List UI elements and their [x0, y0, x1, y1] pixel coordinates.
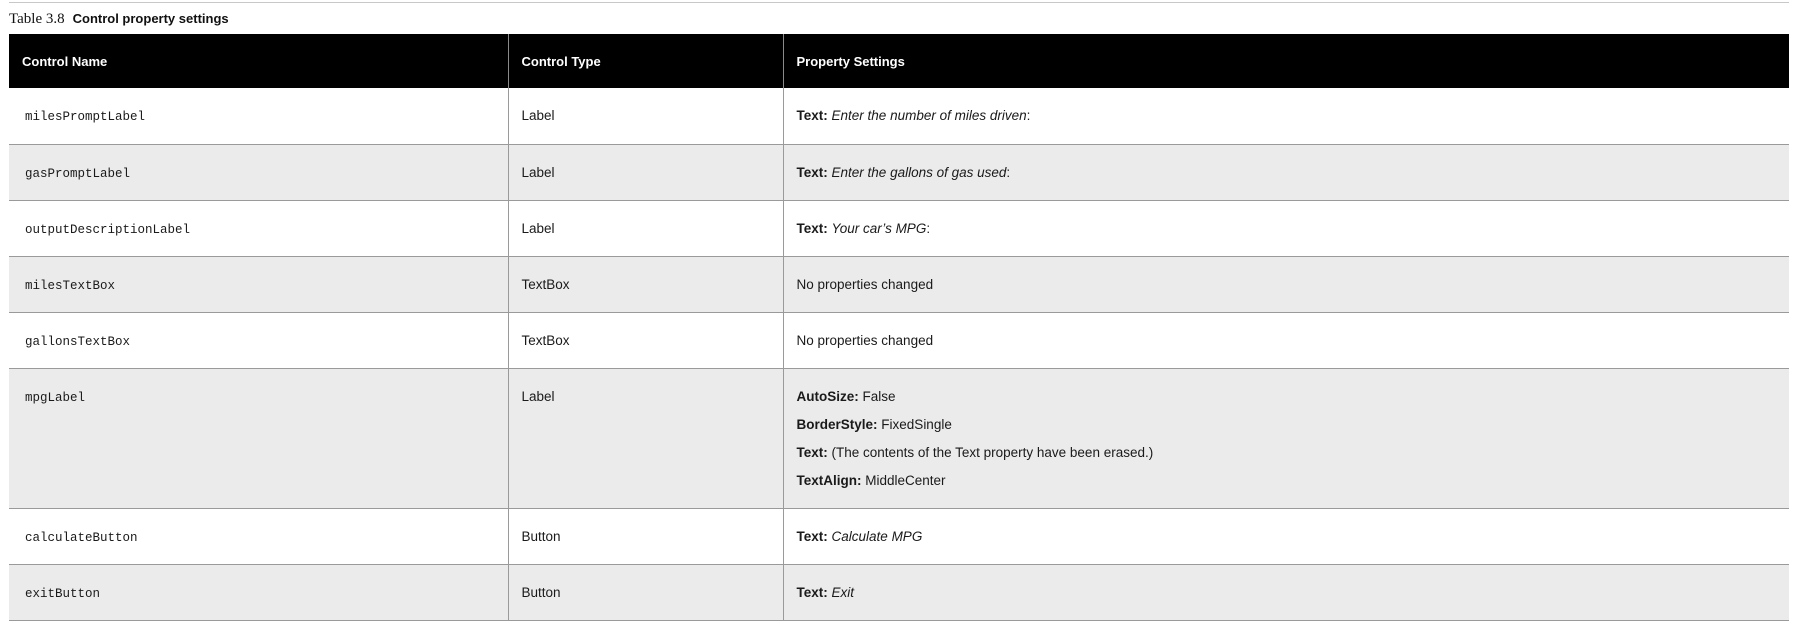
table-caption: Table 3.8 Control property settings	[9, 10, 229, 28]
control-name-cell: gallonsTextBox	[9, 312, 508, 369]
control-name-cell: exitButton	[9, 564, 508, 621]
property-settings-table: Control Name Control Type Property Setti…	[9, 34, 1789, 621]
table-header: Control Name Control Type Property Setti…	[9, 34, 1789, 88]
control-name-cell: milesTextBox	[9, 256, 508, 313]
table-row: gasPromptLabel Label Text: Enter the gal…	[9, 144, 1789, 201]
property-value: Your car’s MPG	[831, 220, 927, 236]
property-key: Text:	[796, 164, 828, 180]
control-type-cell: Label	[507, 88, 783, 145]
table-row: outputDescriptionLabel Label Text: Your …	[9, 200, 1789, 257]
control-type-cell: Label	[507, 200, 783, 257]
table-row: milesTextBox TextBox No properties chang…	[9, 256, 1789, 313]
property-suffix: :	[1006, 164, 1011, 180]
control-type-cell: Label	[507, 144, 783, 201]
property-value: Enter the number of miles driven	[831, 108, 1027, 123]
property-settings-cell: No properties changed	[782, 256, 1789, 313]
table-title: Control property settings	[72, 11, 229, 26]
property-key: TextAlign:	[796, 472, 862, 488]
property-settings-cell: Text: Exit	[782, 564, 1789, 621]
property-suffix: :	[1026, 108, 1031, 123]
table-body: milesPromptLabel Label Text: Enter the n…	[9, 88, 1789, 621]
property-settings-cell: Text: Your car’s MPG:	[782, 200, 1789, 257]
property-key: AutoSize:	[796, 388, 859, 404]
property-line: Text: (The contents of the Text property…	[797, 445, 1777, 461]
property-settings-cell: Text: Enter the gallons of gas used:	[782, 144, 1789, 201]
property-value: MiddleCenter	[865, 472, 946, 488]
property-line: TextAlign: MiddleCenter	[797, 473, 1777, 489]
control-name-cell: milesPromptLabel	[9, 88, 508, 145]
header-control-type: Control Type	[507, 34, 783, 88]
property-key: Text:	[796, 220, 828, 236]
table-row: calculateButton Button Text: Calculate M…	[9, 508, 1789, 565]
property-value: Exit	[831, 584, 855, 600]
property-settings-cell: AutoSize: False BorderStyle: FixedSingle…	[782, 368, 1789, 509]
table-row: milesPromptLabel Label Text: Enter the n…	[9, 88, 1789, 145]
property-suffix: :	[926, 220, 931, 236]
property-value: Enter the gallons of gas used	[831, 164, 1007, 180]
control-name-cell: calculateButton	[9, 508, 508, 565]
property-key: Text:	[796, 108, 828, 123]
property-key: Text:	[796, 444, 828, 460]
property-settings-cell: No properties changed	[782, 312, 1789, 369]
control-type-cell: TextBox	[507, 312, 783, 369]
control-type-cell: Label	[507, 368, 783, 509]
control-name-cell: outputDescriptionLabel	[9, 200, 508, 257]
control-name-cell: gasPromptLabel	[9, 144, 508, 201]
property-key: BorderStyle:	[796, 416, 878, 432]
table-row: exitButton Button Text: Exit	[9, 564, 1789, 621]
table-row: mpgLabel Label AutoSize: False BorderSty…	[9, 368, 1789, 509]
property-line: AutoSize: False	[797, 389, 1777, 405]
top-rule	[9, 2, 1789, 3]
property-value: (The contents of the Text property have …	[831, 444, 1154, 460]
control-type-cell: Button	[507, 564, 783, 621]
property-key: Text:	[796, 528, 828, 544]
property-value: FixedSingle	[881, 416, 952, 432]
table-row: gallonsTextBox TextBox No properties cha…	[9, 312, 1789, 369]
control-type-cell: TextBox	[507, 256, 783, 313]
property-line: BorderStyle: FixedSingle	[797, 417, 1777, 433]
property-settings-cell: Text: Enter the number of miles driven:	[782, 88, 1789, 145]
table-number: Table 3.8	[9, 11, 65, 27]
property-key: Text:	[796, 584, 828, 600]
header-row: Control Name Control Type Property Setti…	[9, 34, 1789, 88]
control-type-cell: Button	[507, 508, 783, 565]
property-settings-cell: Text: Calculate MPG	[782, 508, 1789, 565]
property-value: False	[862, 388, 896, 404]
header-control-name: Control Name	[9, 34, 508, 88]
control-name-cell: mpgLabel	[9, 368, 508, 509]
property-value: Calculate MPG	[831, 528, 923, 544]
header-property-settings: Property Settings	[782, 34, 1789, 88]
